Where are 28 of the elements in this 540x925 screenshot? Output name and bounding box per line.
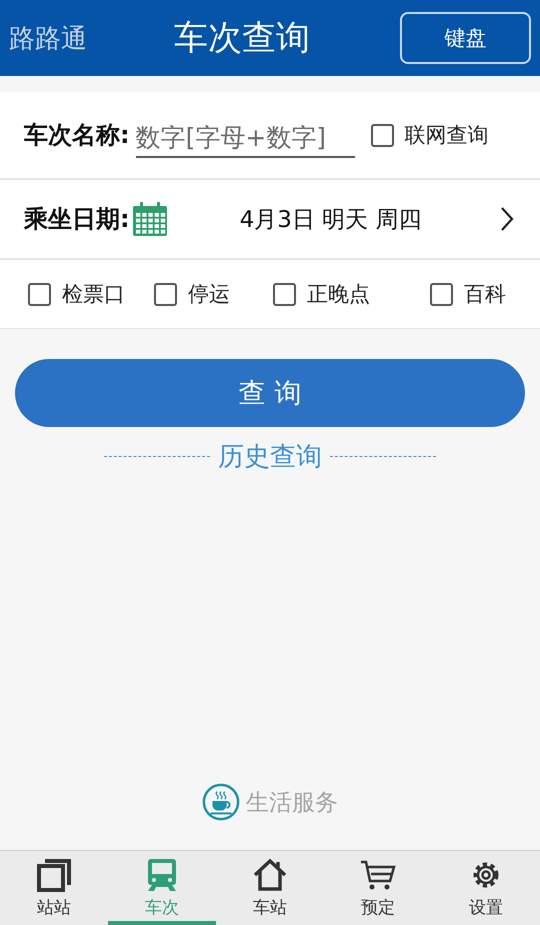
checkbox-label: 检票口 — [62, 281, 125, 308]
train-number-field[interactable]: 数字[字母+数字] — [136, 122, 355, 158]
tab[interactable]: 车站 — [216, 851, 324, 925]
keyboard-button[interactable]: 键盘 — [400, 12, 531, 64]
calendar-icon — [132, 201, 168, 237]
query-button[interactable]: 查 询 — [15, 359, 525, 427]
date-value: 4月3日 明天 周四 — [240, 206, 422, 234]
coffee-cup-icon[interactable] — [202, 783, 240, 821]
tab[interactable]: 预定 — [324, 851, 432, 925]
date-row[interactable]: 乘坐日期: 4月3日 明天 周四 — [0, 180, 540, 260]
checkbox-label: 正晚点 — [307, 281, 370, 308]
checkbox[interactable] — [154, 282, 177, 306]
checkbox[interactable] — [370, 124, 394, 146]
field-label: 乘坐日期: — [24, 204, 130, 235]
home-icon — [252, 857, 288, 893]
checkbox-label: 联网查询 — [404, 122, 489, 149]
windows-icon — [36, 857, 72, 893]
page-title: 车次查询 — [174, 17, 310, 60]
checkbox[interactable] — [273, 282, 296, 306]
checkbox-label: 停运 — [188, 281, 230, 308]
chevron-right-icon — [500, 206, 514, 232]
field-label: 车次名称: — [24, 120, 130, 151]
checkbox[interactable] — [430, 282, 453, 306]
app-name: 路路通 — [9, 22, 87, 56]
checkbox[interactable] — [28, 282, 51, 306]
tab[interactable]: 设置 — [432, 851, 540, 925]
tab[interactable]: 站站 — [0, 851, 108, 925]
checkbox-label: 百科 — [464, 281, 506, 308]
